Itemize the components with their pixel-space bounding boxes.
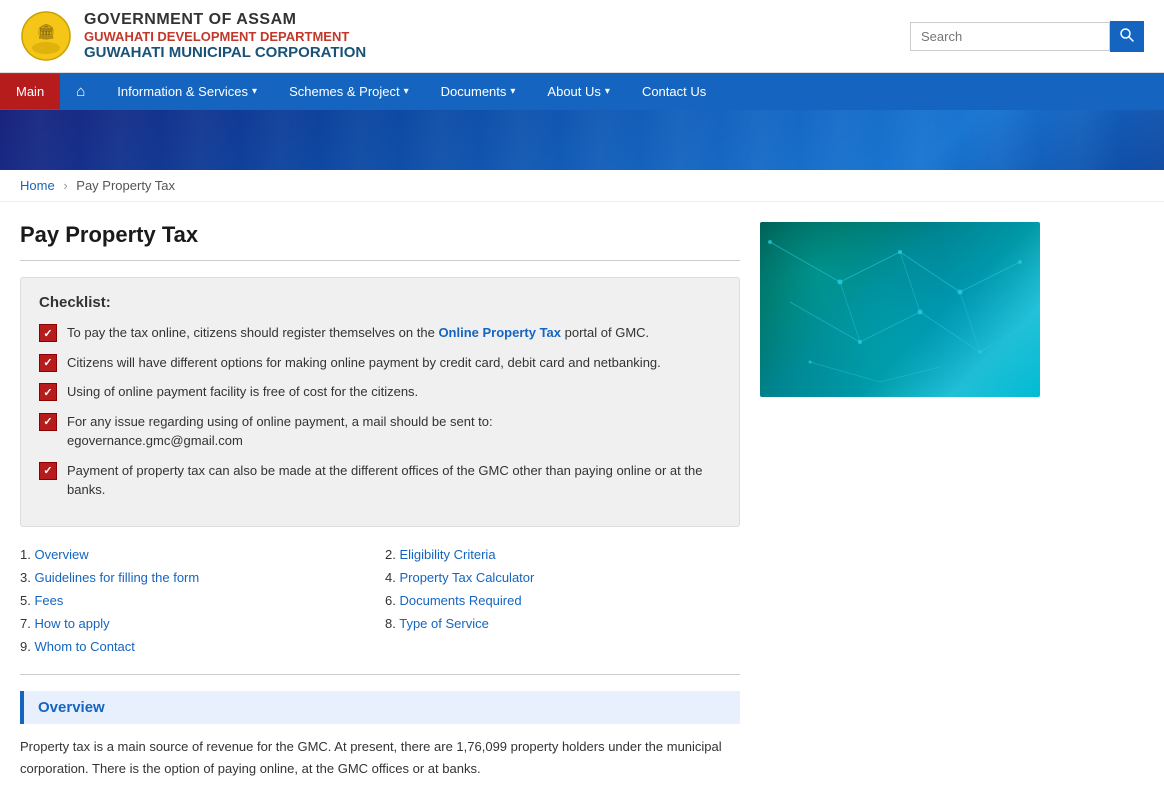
sidebar-network-image (760, 222, 1040, 397)
checklist-title: Checklist: (39, 294, 721, 311)
search-bar (910, 21, 1144, 52)
caret-icon: ▾ (510, 86, 515, 97)
link-item-guidelines: 3. Guidelines for filling the form (20, 570, 375, 585)
link-item-fees: 5. Fees (20, 593, 375, 608)
nav-item-schemes[interactable]: Schemes & Project ▾ (273, 74, 425, 109)
caret-icon: ▾ (252, 86, 257, 97)
checkbox-checked-icon (39, 413, 57, 431)
checklist-item: Payment of property tax can also be made… (39, 461, 721, 500)
nav-item-documents[interactable]: Documents ▾ (425, 74, 532, 109)
checklist-item-text: Citizens will have different options for… (67, 353, 661, 373)
breadcrumb-separator: › (63, 178, 67, 193)
breadcrumb: Home › Pay Property Tax (0, 170, 1164, 202)
link-item-type-of-service: 8. Type of Service (385, 616, 740, 631)
home-icon: ⌂ (76, 83, 85, 100)
checklist-item-text: Payment of property tax can also be made… (67, 461, 721, 500)
nav-item-home[interactable]: ⌂ (60, 73, 101, 110)
checklist-item-text: For any issue regarding using of online … (67, 412, 493, 451)
search-button[interactable] (1110, 21, 1144, 52)
link-item-eligibility: 2. Eligibility Criteria (385, 547, 740, 562)
checkbox-checked-icon (39, 324, 57, 342)
nav-item-info-services[interactable]: Information & Services ▾ (101, 74, 273, 109)
banner-image (0, 110, 1164, 170)
link-item-whom-to-contact: 9. Whom to Contact (20, 639, 375, 654)
link-item-how-to-apply: 7. How to apply (20, 616, 375, 631)
links-grid: 1. Overview 2. Eligibility Criteria 3. G… (20, 547, 740, 654)
checklist-item-text: Using of online payment facility is free… (67, 382, 418, 402)
caret-icon: ▾ (404, 86, 409, 97)
dept-name: GUWAHATI DEVELOPMENT DEPARTMENT (84, 29, 366, 44)
link-item-calculator: 4. Property Tax Calculator (385, 570, 740, 585)
search-input[interactable] (910, 22, 1110, 51)
nav-item-about[interactable]: About Us ▾ (531, 74, 626, 109)
checkbox-checked-icon (39, 462, 57, 480)
link-item-documents: 6. Documents Required (385, 593, 740, 608)
network-overlay (760, 222, 1040, 397)
corp-name: GUWAHATI MUNICIPAL CORPORATION (84, 44, 366, 61)
content-area: Pay Property Tax Checklist: To pay the t… (20, 222, 740, 780)
documents-required-link[interactable]: Documents Required (399, 593, 521, 608)
checklist-item: For any issue regarding using of online … (39, 412, 721, 451)
page-header: 🏛 GOVERNMENT OF ASSAM GUWAHATI DEVELOPME… (0, 0, 1164, 73)
how-to-apply-link[interactable]: How to apply (34, 616, 109, 631)
title-divider (20, 260, 740, 261)
search-icon (1120, 28, 1134, 42)
main-container: Pay Property Tax Checklist: To pay the t… (0, 202, 1164, 800)
checklist-item: To pay the tax online, citizens should r… (39, 323, 721, 343)
guidelines-link[interactable]: Guidelines for filling the form (34, 570, 199, 585)
link-item-overview: 1. Overview (20, 547, 375, 562)
links-divider (20, 674, 740, 675)
checklist-box: Checklist: To pay the tax online, citize… (20, 277, 740, 527)
checklist-item-text: To pay the tax online, citizens should r… (67, 323, 649, 343)
links-section: 1. Overview 2. Eligibility Criteria 3. G… (20, 547, 740, 654)
caret-icon: ▾ (605, 86, 610, 97)
breadcrumb-current: Pay Property Tax (76, 178, 175, 193)
nav-item-contact[interactable]: Contact Us (626, 74, 722, 109)
checklist-item: Citizens will have different options for… (39, 353, 721, 373)
sidebar-area (760, 222, 1040, 780)
overview-link[interactable]: Overview (34, 547, 88, 562)
page-title: Pay Property Tax (20, 222, 740, 248)
checklist-item: Using of online payment facility is free… (39, 382, 721, 402)
svg-text:🏛: 🏛 (37, 23, 55, 39)
online-property-tax-link[interactable]: Online Property Tax (438, 325, 561, 340)
checkbox-checked-icon (39, 383, 57, 401)
whom-to-contact-link[interactable]: Whom to Contact (34, 639, 134, 654)
overview-text: Property tax is a main source of revenue… (20, 736, 740, 780)
overview-section-header: Overview (20, 691, 740, 724)
gov-name: GOVERNMENT OF ASSAM (84, 11, 366, 29)
fees-link[interactable]: Fees (34, 593, 63, 608)
property-tax-calculator-link[interactable]: Property Tax Calculator (399, 570, 534, 585)
eligibility-criteria-link[interactable]: Eligibility Criteria (399, 547, 495, 562)
nav-item-main[interactable]: Main (0, 74, 60, 109)
header-logo-area: 🏛 GOVERNMENT OF ASSAM GUWAHATI DEVELOPME… (20, 10, 366, 62)
emblem-icon: 🏛 (20, 10, 72, 62)
type-of-service-link[interactable]: Type of Service (399, 616, 489, 631)
header-text: GOVERNMENT OF ASSAM GUWAHATI DEVELOPMENT… (84, 11, 366, 61)
checkbox-checked-icon (39, 354, 57, 372)
navbar: Main ⌂ Information & Services ▾ Schemes … (0, 73, 1164, 110)
breadcrumb-home[interactable]: Home (20, 178, 55, 193)
